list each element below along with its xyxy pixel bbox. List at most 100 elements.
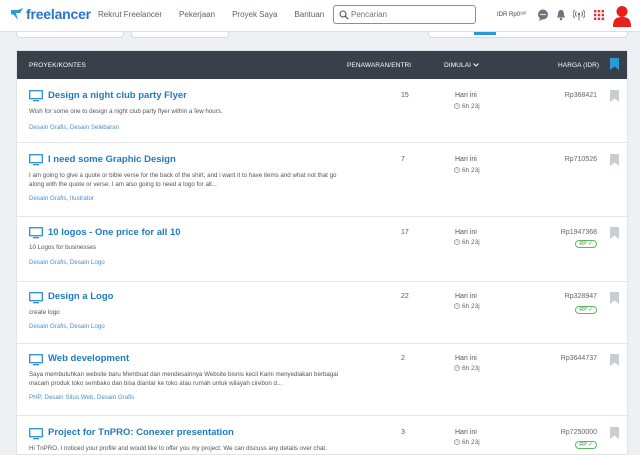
monitor-icon (29, 227, 43, 239)
table-row[interactable]: Web development Saya membutuhkan website… (17, 344, 627, 416)
recommended-badge: RP ✓ (575, 240, 597, 248)
project-description: 10 Logos for businesses (29, 244, 97, 251)
table-row[interactable]: Design a Logo create logo Desain Grafis,… (17, 282, 627, 344)
search-box[interactable] (333, 5, 476, 24)
top-navbar: freelancer Rekrut Freelancer Pekerjaan P… (0, 0, 640, 32)
project-description: create logo (29, 309, 60, 316)
monitor-icon (29, 428, 43, 440)
clock-icon (454, 365, 460, 371)
filter-chip[interactable] (16, 32, 124, 38)
nav-my-projects[interactable]: Proyek Saya (232, 10, 277, 19)
account-balance[interactable]: IDR Rp0¹³⁰ (497, 11, 526, 18)
started-date: Hari ini (455, 229, 477, 236)
project-title[interactable]: Project for TnPRO: Conexer presentation (48, 427, 234, 438)
started-date: Hari ini (455, 429, 477, 436)
bookmark-icon[interactable] (610, 154, 619, 166)
bid-count: 22 (401, 293, 409, 300)
project-tags[interactable]: Desain Grafis, Desain Selebaran (29, 124, 119, 131)
column-started[interactable]: DIMULAI (444, 62, 479, 69)
time-left: 6h 23j (454, 103, 480, 110)
monitor-icon (29, 354, 43, 366)
time-left-value: 6h 23j (462, 103, 480, 110)
project-list: PROYEK/KONTES PENAWARAN/ENTRI DIMULAI HA… (16, 50, 628, 455)
project-description: Wish for some one to design a night club… (29, 108, 223, 115)
started-date: Hari ini (455, 156, 477, 163)
table-header: PROYEK/KONTES PENAWARAN/ENTRI DIMULAI HA… (17, 51, 627, 79)
nav-jobs[interactable]: Pekerjaan (179, 10, 215, 19)
time-left: 6h 23j (454, 439, 480, 446)
bookmark-icon[interactable] (610, 427, 619, 439)
freelancer-logo[interactable]: freelancer (10, 6, 91, 22)
project-tags[interactable]: Desain Grafis, Desain Logo (29, 259, 105, 266)
bid-count: 17 (401, 229, 409, 236)
bookmark-icon[interactable] (610, 90, 619, 102)
project-tags[interactable]: PHP, Desain Situs Web, Desain Grafis (29, 394, 134, 401)
recommended-badge: RP ✓ (575, 306, 597, 314)
project-title[interactable]: Design a night club party Flyer (48, 90, 187, 101)
nav-hire-freelancer[interactable]: Rekrut Freelancer (98, 10, 162, 19)
main-nav: Rekrut Freelancer Pekerjaan Proyek Saya … (98, 10, 341, 19)
time-left: 6h 23j (454, 365, 480, 372)
filter-chip[interactable] (428, 32, 628, 38)
chat-icon[interactable] (537, 9, 549, 21)
project-price: Rp7250000 (560, 429, 597, 436)
project-tags[interactable]: Desain Grafis, Desain Logo (29, 323, 105, 330)
freelancer-bird-icon (11, 8, 23, 20)
column-price[interactable]: HARGA (IDR) (558, 62, 599, 69)
bid-count: 7 (401, 156, 405, 163)
clock-icon (454, 303, 460, 309)
table-row[interactable]: Project for TnPRO: Conexer presentation … (17, 416, 627, 454)
started-date: Hari ini (455, 355, 477, 362)
bookmark-icon[interactable] (610, 292, 619, 304)
column-started-label: DIMULAI (444, 62, 472, 69)
avatar[interactable] (610, 3, 634, 27)
time-left-value: 6h 23j (462, 239, 480, 246)
project-price: Rp368421 (564, 92, 597, 99)
time-left: 6h 23j (454, 167, 480, 174)
search-input[interactable] (351, 8, 471, 21)
project-title[interactable]: Design a Logo (48, 291, 113, 302)
clock-icon (454, 103, 460, 109)
project-title[interactable]: Web development (48, 353, 129, 364)
clock-icon (454, 167, 460, 173)
project-description: Saya membutuhkan website baru Membuat da… (29, 371, 339, 387)
column-bids[interactable]: PENAWARAN/ENTRI (347, 62, 411, 69)
project-price: Rp710526 (564, 156, 597, 163)
started-date: Hari ini (455, 92, 477, 99)
time-left-value: 6h 23j (462, 303, 480, 310)
bookmark-filter-icon[interactable] (610, 58, 619, 70)
table-row[interactable]: Design a night club party Flyer Wish for… (17, 79, 627, 143)
recommended-badge: RP ✓ (575, 441, 597, 449)
table-row[interactable]: I need some Graphic Design I am going to… (17, 143, 627, 217)
filter-chip[interactable] (131, 32, 229, 38)
clock-icon (454, 239, 460, 245)
time-left: 6h 23j (454, 239, 480, 246)
started-date: Hari ini (455, 293, 477, 300)
project-title[interactable]: I need some Graphic Design (48, 154, 176, 165)
project-description: I am going to give a quote or bible vers… (29, 172, 337, 188)
filter-strip (0, 32, 640, 50)
table-row[interactable]: 10 logos - One price for all 10 10 Logos… (17, 217, 627, 282)
time-left-value: 6h 23j (462, 167, 480, 174)
bid-count: 15 (401, 92, 409, 99)
bookmark-icon[interactable] (610, 354, 619, 366)
time-left: 6h 23j (454, 303, 480, 310)
active-filter-indicator (474, 32, 496, 35)
monitor-icon (29, 292, 43, 304)
project-tags[interactable]: Desain Grafis, Ilustrator (29, 195, 94, 202)
time-left-value: 6h 23j (462, 365, 480, 372)
time-left-value: 6h 23j (462, 439, 480, 446)
project-price: Rp328947 (564, 293, 597, 300)
project-description: Hi TnPRO, I noticed your profile and wou… (29, 445, 327, 452)
project-title[interactable]: 10 logos - One price for all 10 (48, 227, 181, 238)
bookmark-icon[interactable] (610, 227, 619, 239)
monitor-icon (29, 90, 43, 102)
broadcast-icon[interactable] (573, 9, 585, 21)
nav-help[interactable]: Bantuan (294, 10, 324, 19)
bell-icon[interactable] (555, 9, 567, 21)
bid-count: 2 (401, 355, 405, 362)
project-price: Rp3644737 (560, 355, 597, 362)
bid-count: 3 (401, 429, 405, 436)
column-project[interactable]: PROYEK/KONTES (29, 62, 86, 69)
apps-grid-icon[interactable] (593, 9, 605, 21)
